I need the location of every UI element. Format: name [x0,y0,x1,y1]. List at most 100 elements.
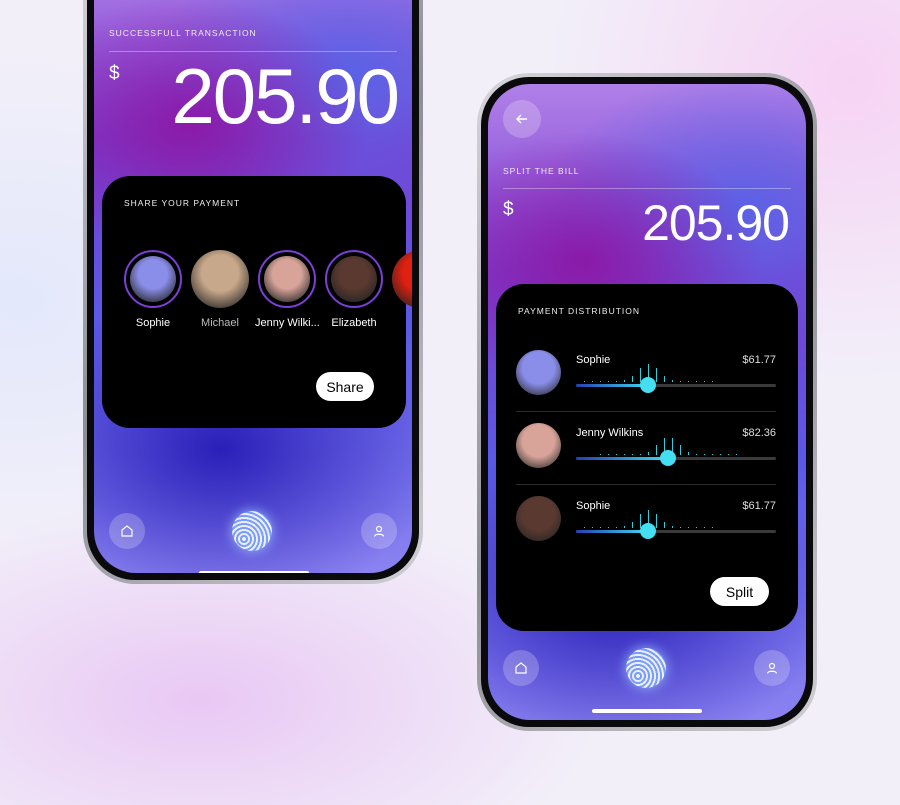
histogram-bar [696,453,697,455]
home-icon [121,525,133,537]
histogram-bar [664,521,665,528]
histogram-bar [600,380,601,382]
histogram-bar [616,453,617,455]
histogram-bar [632,521,633,528]
histogram-bar [704,453,705,455]
avatar-photo [130,256,176,302]
histogram-bar [688,380,689,382]
histogram-bar [592,380,593,382]
profile-button[interactable] [754,650,790,686]
histogram-bar [616,380,617,382]
contact-avatar[interactable] [191,250,249,308]
histogram-bar [712,453,713,455]
histogram-bar [640,453,641,455]
slider-thumb[interactable] [640,523,656,539]
histogram-bar [608,380,609,382]
histogram-bar [656,445,657,455]
share-payment-card: SHARE YOUR PAYMENT Sophie Michael Jenny Wi… [102,176,412,428]
histogram-bar [680,526,681,528]
home-indicator [199,571,309,573]
left-phone: SUCCESSFULL TRANSACTION $ 205.90 SHARE Y… [83,0,423,584]
histogram-bar [632,453,633,455]
distribution-histogram [576,362,776,382]
user-icon [373,525,385,537]
profile-button[interactable] [361,513,397,549]
contact-avatar[interactable] [392,250,412,308]
avatar-photo [191,250,249,308]
share-button[interactable]: Share [316,372,374,401]
share-slider[interactable] [576,523,776,539]
slider-fill [576,530,648,533]
histogram-bar [712,526,713,528]
histogram-bar [624,453,625,455]
slider-thumb[interactable] [640,377,656,393]
amount: 205.90 [171,52,400,140]
histogram-bar [696,380,697,382]
payment-distribution-card: PAYMENT DISTRIBUTION Sophie $61.77 Jenny… [496,284,798,631]
split-button[interactable]: Split [710,577,769,606]
histogram-bar [672,380,673,382]
contact-name: Sophie [135,317,171,329]
histogram-bar [680,380,681,382]
contact-name: Elizabeth [331,317,377,329]
avatar-photo [331,256,377,302]
avatar [516,423,561,468]
share-slider[interactable] [576,450,776,466]
currency-symbol: $ [109,63,120,84]
histogram-bar [584,526,585,528]
home-indicator [592,709,702,713]
divider [503,188,791,189]
histogram-bar [624,380,625,382]
contact-name: Michael [201,317,239,329]
histogram-bar [600,453,601,455]
transaction-title: SUCCESSFULL TRANSACTION [109,28,257,38]
slider-fill [576,384,648,387]
distribution-histogram [576,435,776,455]
histogram-bar [600,526,601,528]
histogram-bar [688,451,689,455]
right-screen: SPLIT THE BILL $ 205.90 PAYMENT DISTRIBU… [488,84,806,720]
histogram-bar [736,453,737,455]
contact-avatar[interactable] [124,250,182,308]
contact-name: O [389,317,412,329]
currency-symbol: $ [503,199,514,220]
histogram-bar [608,526,609,528]
home-button[interactable] [503,650,539,686]
histogram-bar [720,453,721,455]
arrow-left-icon [516,114,527,124]
avatar-photo [264,256,310,302]
histogram-bar [648,451,649,455]
histogram-bar [632,375,633,382]
histogram-bar [712,380,713,382]
contact-avatar[interactable] [258,250,316,308]
histogram-bar [584,380,585,382]
slider-thumb[interactable] [660,450,676,466]
histogram-bar [688,526,689,528]
row-divider [516,484,776,485]
left-screen: SUCCESSFULL TRANSACTION $ 205.90 SHARE Y… [94,0,412,573]
histogram-bar [704,526,705,528]
distribution-row: Sophie $61.77 [516,494,776,567]
card-title: PAYMENT DISTRIBUTION [518,306,641,316]
avatar [516,496,561,541]
contact-avatar[interactable] [325,250,383,308]
histogram-bar [728,453,729,455]
split-title: SPLIT THE BILL [503,166,580,176]
share-slider[interactable] [576,377,776,393]
back-button[interactable] [503,100,541,138]
assistant-orb[interactable] [232,511,272,551]
home-button[interactable] [109,513,145,549]
assistant-orb[interactable] [626,648,666,688]
histogram-bar [680,445,681,455]
row-divider [516,411,776,412]
slider-fill [576,457,668,460]
histogram-bar [664,375,665,382]
histogram-bar [696,526,697,528]
histogram-bar [624,526,625,528]
histogram-bar [608,453,609,455]
avatar [516,350,561,395]
contact-name: Jenny Wilki... [255,317,319,329]
histogram-bar [656,514,657,528]
card-title: SHARE YOUR PAYMENT [124,198,241,208]
home-icon [515,662,527,674]
